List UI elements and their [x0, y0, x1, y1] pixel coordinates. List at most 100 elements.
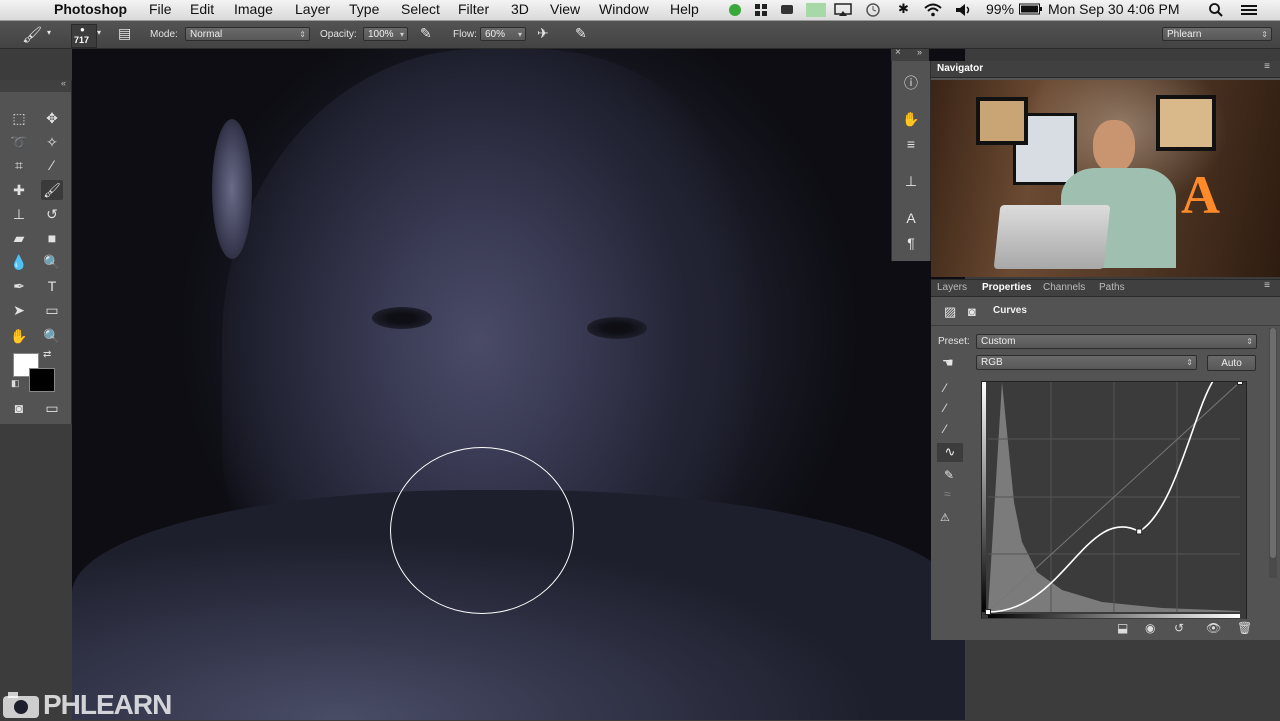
pressure-size-icon[interactable]: ✎	[575, 25, 587, 42]
black-point-eyedropper-icon[interactable]: ⁄	[944, 381, 946, 395]
auto-button[interactable]: Auto	[1207, 355, 1256, 371]
menu-edit[interactable]: Edit	[190, 1, 214, 17]
menu-view[interactable]: View	[550, 1, 580, 17]
chevron-down-icon[interactable]: ▾	[97, 28, 101, 37]
swap-colors-icon[interactable]: ⇄	[43, 349, 51, 360]
toolbox-header[interactable]: «	[0, 78, 71, 92]
tab-properties[interactable]: Properties	[982, 282, 1031, 293]
visibility-eye-icon[interactable]: 👁	[1206, 621, 1221, 635]
close-icon[interactable]: ×	[895, 47, 901, 58]
spotlight-search-icon[interactable]	[1209, 3, 1223, 17]
volume-icon[interactable]	[955, 3, 973, 17]
chevron-down-icon[interactable]: ▾	[47, 28, 51, 37]
crop-tool-icon[interactable]: ⌗	[8, 155, 30, 175]
eraser-tool-icon[interactable]: ▰	[8, 228, 30, 248]
menu-help[interactable]: Help	[670, 1, 699, 17]
pencil-draw-icon[interactable]: ✎	[944, 468, 954, 482]
layer-mask-icon[interactable]: ◙	[968, 304, 976, 319]
pen-tool-icon[interactable]: ✒	[8, 276, 30, 296]
opacity-field[interactable]: 100% ▾	[363, 27, 408, 41]
gray-point-eyedropper-icon[interactable]: ⁄	[944, 401, 946, 415]
lasso-tool-icon[interactable]: ➰	[8, 132, 30, 152]
menu-select[interactable]: Select	[401, 1, 440, 17]
menu-layer[interactable]: Layer	[295, 1, 330, 17]
clone-source-icon[interactable]: ⊥	[901, 171, 921, 191]
curve-control-point[interactable]	[1237, 379, 1243, 385]
channel-dropdown[interactable]: RGB ⇕	[976, 355, 1197, 370]
hand-tool-icon[interactable]: ✋	[8, 326, 30, 346]
curves-graph[interactable]	[981, 369, 1247, 621]
dodge-tool-icon[interactable]: 🔍	[41, 252, 63, 272]
info-panel-icon[interactable]: ⓘ	[901, 73, 921, 93]
clock[interactable]: Mon Sep 30 4:06 PM	[1048, 1, 1180, 17]
quick-mask-icon[interactable]: ◙	[8, 398, 30, 418]
gradient-tool-icon[interactable]: ■	[41, 228, 63, 248]
mode-dropdown[interactable]: Normal ⇕	[185, 27, 310, 41]
brush-panel-icon[interactable]: ≡	[901, 134, 921, 154]
menu-window[interactable]: Window	[599, 1, 649, 17]
clipping-warning-icon[interactable]: ⚠	[940, 511, 950, 524]
menu-filter[interactable]: Filter	[458, 1, 489, 17]
blur-tool-icon[interactable]: 💧	[8, 252, 30, 272]
magic-wand-tool-icon[interactable]: ✧	[41, 132, 63, 152]
menu-3d[interactable]: 3D	[511, 1, 529, 17]
flow-field[interactable]: 60% ▾	[480, 27, 526, 41]
type-tool-icon[interactable]: T	[41, 276, 63, 296]
tab-layers[interactable]: Layers	[937, 282, 967, 293]
menu-image[interactable]: Image	[234, 1, 273, 17]
bluetooth-icon[interactable]: ✱	[898, 1, 909, 17]
menu-meter-icon[interactable]	[806, 3, 826, 17]
clip-to-layer-icon[interactable]: ⬓	[1117, 621, 1128, 635]
screen-mode-icon[interactable]: ▭	[41, 398, 63, 418]
marquee-tool-icon[interactable]: ⬚	[8, 108, 30, 128]
evernote-icon[interactable]	[728, 3, 742, 17]
scrollbar-thumb[interactable]	[1270, 328, 1276, 558]
airplay-icon[interactable]	[834, 3, 852, 17]
rectangle-shape-tool-icon[interactable]: ▭	[41, 300, 63, 320]
view-previous-state-icon[interactable]: ◉	[1145, 621, 1155, 635]
tab-navigator[interactable]: Navigator	[937, 63, 983, 74]
curve-point-edit-icon[interactable]: ∿	[937, 443, 963, 462]
on-image-adjust-icon[interactable]: ☚	[942, 355, 954, 371]
navigator-thumbnail[interactable]: A	[931, 80, 1280, 277]
character-panel-icon[interactable]: A	[901, 208, 921, 228]
curve-control-point[interactable]	[985, 609, 991, 615]
document-canvas[interactable]	[72, 49, 965, 720]
app-menu[interactable]: Photoshop	[54, 1, 127, 17]
properties-scrollbar[interactable]	[1269, 328, 1277, 578]
chat-icon[interactable]	[780, 3, 794, 17]
healing-brush-tool-icon[interactable]: ✚	[8, 180, 30, 200]
menu-type[interactable]: Type	[349, 1, 379, 17]
workspace-dropdown[interactable]: Phlearn ⇕	[1162, 27, 1272, 41]
tab-paths[interactable]: Paths	[1099, 282, 1125, 293]
brush-tool-preset-icon[interactable]: 🖌	[22, 25, 42, 45]
expand-icon[interactable]: »	[917, 47, 922, 57]
curve-control-point[interactable]	[1136, 528, 1143, 535]
brush-panel-toggle-icon[interactable]: ▤	[118, 25, 131, 42]
grid-app-icon[interactable]	[754, 3, 768, 17]
smooth-curve-icon[interactable]: ≈	[944, 487, 951, 501]
battery-icon[interactable]	[1019, 3, 1043, 17]
notification-center-icon[interactable]	[1240, 3, 1258, 17]
pressure-opacity-icon[interactable]: ✎	[420, 25, 432, 42]
airbrush-icon[interactable]: ✈	[537, 25, 549, 42]
curves-adjustment-icon[interactable]: ▨	[944, 304, 956, 320]
panel-menu-icon[interactable]: ≡	[1264, 280, 1270, 291]
wifi-icon[interactable]	[924, 3, 942, 17]
move-tool-icon[interactable]: ✥	[41, 108, 63, 128]
paragraph-panel-icon[interactable]: ¶	[901, 233, 921, 253]
panel-menu-icon[interactable]: ≡	[1264, 61, 1270, 72]
reset-icon[interactable]: ↺	[1174, 621, 1184, 635]
brush-presets-icon[interactable]: ✋	[901, 109, 921, 129]
white-point-eyedropper-icon[interactable]: ⁄	[944, 422, 946, 436]
history-brush-tool-icon[interactable]: ↺	[41, 204, 63, 224]
tab-channels[interactable]: Channels	[1043, 282, 1085, 293]
time-machine-icon[interactable]	[866, 3, 880, 17]
delete-trash-icon[interactable]: 🗑	[1237, 621, 1252, 635]
default-colors-icon[interactable]: ◧	[11, 378, 20, 389]
eyedropper-tool-icon[interactable]: ⁄	[41, 155, 63, 175]
path-selection-tool-icon[interactable]: ➤	[8, 300, 30, 320]
background-color-swatch[interactable]	[29, 368, 55, 392]
preset-dropdown[interactable]: Custom ⇕	[976, 334, 1257, 349]
brush-preset-picker[interactable]: ● 717	[71, 24, 97, 48]
